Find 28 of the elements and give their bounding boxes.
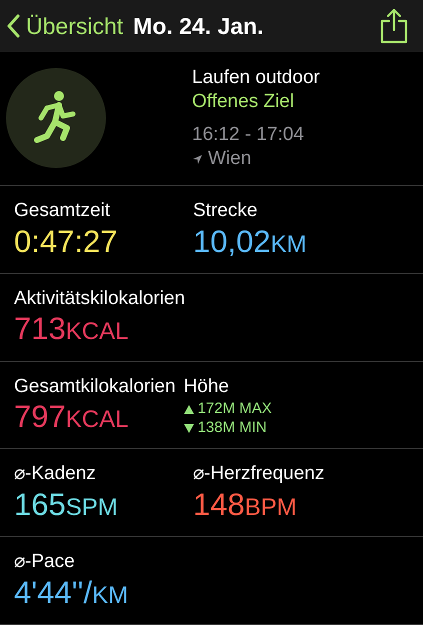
back-button[interactable]: Übersicht: [6, 8, 124, 44]
metric-label: Gesamtkilokalorien: [14, 374, 176, 398]
down-triangle-icon: [184, 424, 194, 433]
metric-value: 797KCAL: [14, 398, 130, 436]
metric-label: Strecke: [193, 198, 258, 223]
metric-label: Höhe: [184, 374, 230, 398]
metric-label: ⌀-Kadenz: [14, 462, 97, 486]
metric-label: Gesamtzeit: [14, 198, 112, 223]
share-icon[interactable]: [379, 8, 409, 44]
location-arrow-icon: [192, 154, 203, 164]
metric-value: 165SPM: [14, 486, 119, 524]
metric-value: 0:47:27: [14, 222, 118, 261]
elevation-min: 138M MIN: [198, 419, 267, 438]
metric-label: ⌀-Pace: [14, 550, 76, 574]
back-chevron-icon: [6, 14, 20, 38]
workout-time: 16:12 - 17:04: [192, 123, 305, 148]
metric-value: 4'44''/KM: [14, 574, 128, 612]
metric-value: 148BPM: [193, 486, 298, 524]
metric-label: Aktivitätskilokalorien: [14, 286, 186, 310]
workout-name: Laufen outdoor: [192, 66, 320, 90]
nav-title: Mo. 24. Jan.: [133, 12, 264, 41]
metric-value: 10,02KM: [193, 222, 307, 261]
elevation-max: 172M MAX: [198, 400, 272, 420]
metric-value: 713KCAL: [14, 310, 130, 348]
workout-goal: Offenes Ziel: [192, 90, 296, 114]
up-triangle-icon: [184, 405, 194, 414]
metric-label: ⌀-Herzfrequenz: [193, 462, 324, 486]
workout-location: Wien: [208, 147, 252, 171]
